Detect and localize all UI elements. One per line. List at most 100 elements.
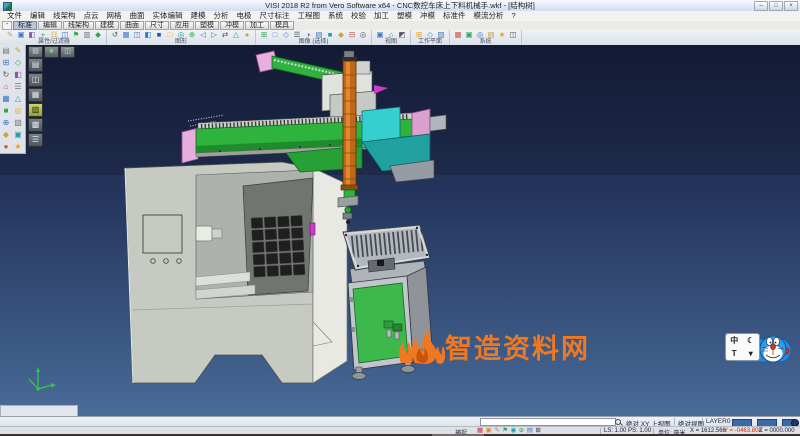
workplane-align-icon[interactable]: ◇ [425, 30, 435, 39]
wireframe-mode-icon[interactable]: ▤ [28, 58, 43, 72]
iso-view-icon[interactable]: ◩ [397, 30, 407, 39]
maximize-button[interactable]: □ [769, 1, 783, 11]
menu-item-20[interactable]: ? [508, 11, 520, 21]
flag-filter-icon[interactable]: ⚑ [71, 30, 81, 39]
menu-item-15[interactable]: 加工 [370, 11, 393, 21]
pan-view-icon[interactable]: ⇄ [220, 30, 230, 39]
hatch-icon[interactable]: ▧ [12, 117, 24, 129]
window-layout-icon[interactable]: ◫ [508, 30, 518, 39]
menu-item-18[interactable]: 标准件 [439, 11, 470, 21]
deselect-icon[interactable]: ⊟ [347, 30, 357, 39]
half-section-icon[interactable]: ◧ [12, 69, 24, 81]
select-window-icon[interactable]: □ [270, 30, 280, 39]
menu-item-14[interactable]: 校验 [347, 11, 370, 21]
ribbon-tab-9[interactable]: 冲模 [220, 21, 244, 30]
rotate-icon[interactable]: ↻ [0, 69, 12, 81]
options-icon[interactable]: ▣ [464, 30, 474, 39]
edges-mode-icon[interactable]: ▦ [28, 88, 43, 102]
zoom-in-icon[interactable]: ⊕ [187, 30, 197, 39]
diamond-icon[interactable]: ◆ [0, 129, 12, 141]
shaded-mode-icon[interactable]: ◫ [28, 73, 43, 87]
close-button[interactable]: × [784, 1, 798, 11]
ime-key-4[interactable]: ▾ [743, 347, 760, 360]
home-view-icon[interactable]: ⌂ [386, 30, 396, 39]
ribbon-tab-6[interactable]: 尺寸 [145, 21, 169, 30]
active-layer-label[interactable]: LAYER0 [706, 418, 730, 425]
view-split-icon[interactable]: ◫ [60, 46, 75, 58]
list-icon[interactable]: ☰ [12, 81, 24, 93]
select-list-icon[interactable]: ☰ [292, 30, 302, 39]
plane-icon[interactable]: ▣ [12, 129, 24, 141]
ribbon-tab-10[interactable]: 加工 [245, 21, 269, 30]
solid-icon[interactable]: ■ [0, 105, 12, 117]
ribbon-tab-1[interactable]: 标准 [13, 21, 37, 30]
ribbon-tab-7[interactable]: 应用 [170, 21, 194, 30]
dynamic-rotate-icon[interactable]: ◎ [176, 30, 186, 39]
ime-key-3[interactable]: T [726, 347, 743, 360]
tree-browser-icon[interactable]: ▤ [28, 46, 43, 58]
menu-item-6[interactable]: 曲面 [126, 11, 149, 21]
layer-filter-icon[interactable]: ◧ [27, 30, 37, 39]
file-new-icon[interactable]: ▤ [0, 45, 12, 57]
menu-item-8[interactable]: 建模 [187, 11, 210, 21]
ime-toolbar[interactable]: 中☾T▾ [722, 330, 796, 370]
select-all-icon[interactable]: ⊞ [259, 30, 269, 39]
menu-item-19[interactable]: 模流分析 [470, 11, 508, 21]
select-polygon-icon[interactable]: ◇ [281, 30, 291, 39]
ribbon-tab-8[interactable]: 塑模 [195, 21, 219, 30]
section-mode-icon[interactable]: ▩ [28, 118, 43, 132]
zoom-window-icon[interactable]: ■ [154, 30, 164, 39]
menu-item-7[interactable]: 实体编辑 [149, 11, 187, 21]
ribbon-tab-2[interactable]: 编辑 [38, 21, 62, 30]
menu-item-2[interactable]: 编辑 [26, 11, 49, 21]
sphere-icon[interactable]: ● [0, 141, 12, 153]
list-filter-icon[interactable]: ☷ [49, 30, 59, 39]
menu-item-13[interactable]: 系统 [324, 11, 347, 21]
zoom-extents-icon[interactable]: □ [165, 30, 175, 39]
minimize-button[interactable]: – [754, 1, 768, 11]
model-compare-icon[interactable]: ■ [44, 46, 59, 58]
view-manager-icon[interactable]: ▣ [375, 30, 385, 39]
section-view-icon[interactable]: △ [231, 30, 241, 39]
menu-item-10[interactable]: 电极 [233, 11, 256, 21]
menu-item-3[interactable]: 线架构 [49, 11, 80, 21]
ribbon-tab-4[interactable]: 建模 [95, 21, 119, 30]
quick-search-input[interactable] [480, 418, 616, 426]
select-layer-icon[interactable]: ▤ [314, 30, 324, 39]
hidden-line-icon[interactable]: ◧ [143, 30, 153, 39]
menu-item-17[interactable]: 冲模 [416, 11, 439, 21]
previous-view-icon[interactable]: ◁ [198, 30, 208, 39]
invert-selection-icon[interactable]: ◎ [358, 30, 368, 39]
display-list-icon[interactable]: ☰ [28, 133, 43, 147]
point-icon[interactable]: ◇ [12, 57, 24, 69]
next-view-icon[interactable]: ▷ [209, 30, 219, 39]
circle-icon[interactable]: ◎ [12, 105, 24, 117]
grid-filter-icon[interactable]: ▥ [82, 30, 92, 39]
ribbon-collapse-button[interactable]: - [2, 21, 12, 30]
star-icon[interactable]: ★ [12, 141, 24, 153]
wireframe-view-icon[interactable]: ▦ [121, 30, 131, 39]
workplane-view-icon[interactable]: ▨ [436, 30, 446, 39]
select-face-icon[interactable]: ◆ [336, 30, 346, 39]
help-system-icon[interactable]: ◎ [475, 30, 485, 39]
table-icon[interactable]: ▤ [486, 30, 496, 39]
menu-item-9[interactable]: 分析 [210, 11, 233, 21]
ribbon-tab-11[interactable]: 模具 [270, 21, 294, 30]
home-icon[interactable]: ⌂ [0, 81, 12, 93]
shaded-view-icon[interactable]: ◫ [132, 30, 142, 39]
ribbon-tab-3[interactable]: 线架构 [63, 21, 94, 30]
settings-icon[interactable]: ▦ [453, 30, 463, 39]
menu-item-12[interactable]: 工程图 [294, 11, 325, 21]
select-solid-icon[interactable]: ■ [325, 30, 335, 39]
ime-keys[interactable]: 中☾T▾ [725, 333, 760, 361]
element-filter-icon[interactable]: ◫ [60, 30, 70, 39]
ime-key-1[interactable]: 中 [726, 334, 743, 347]
point-filter-icon[interactable]: ◆ [93, 30, 103, 39]
menu-item-11[interactable]: 尺寸标注 [256, 11, 294, 21]
add-filter-icon[interactable]: + [38, 30, 48, 39]
menu-item-4[interactable]: 点云 [80, 11, 103, 21]
workplane-xy-icon[interactable]: ⊞ [414, 30, 424, 39]
triangle-icon[interactable]: △ [12, 93, 24, 105]
pencil-edit-icon[interactable]: ✎ [5, 30, 15, 39]
menu-item-5[interactable]: 网格 [103, 11, 126, 21]
